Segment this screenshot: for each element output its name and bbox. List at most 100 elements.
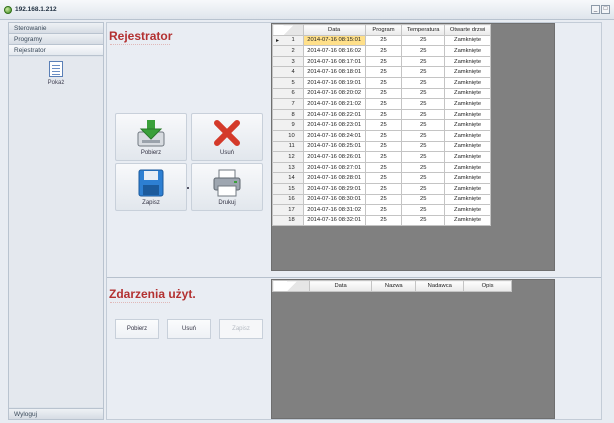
row-number[interactable]: 3	[272, 55, 304, 68]
program-cell[interactable]: 25	[364, 108, 403, 121]
date-cell[interactable]: 2014-07-16 08:17:01	[302, 55, 366, 68]
row-number[interactable]: 15	[272, 182, 304, 195]
program-cell[interactable]: 25	[364, 182, 403, 195]
row-number[interactable]: 9	[272, 119, 304, 131]
date-cell[interactable]: 2014-07-16 08:32:01	[302, 214, 366, 227]
door-cell[interactable]: Zamknięte	[444, 204, 491, 216]
door-cell[interactable]: Zamknięte	[444, 76, 491, 89]
door-cell[interactable]: Zamknięte	[444, 108, 491, 121]
door-cell[interactable]: Zamknięte	[444, 34, 491, 47]
table-row[interactable]: 4 2014-07-16 08:18:01 25 25 Zamknięte	[272, 66, 491, 78]
program-cell[interactable]: 25	[364, 151, 403, 163]
date-cell[interactable]: 2014-07-16 08:26:01	[302, 151, 366, 163]
table-row[interactable]: 18 2014-07-16 08:32:01 25 25 Zamknięte	[272, 214, 491, 227]
records-grid[interactable]: Data Program Temperatura Otwarte drzwi ▸…	[271, 23, 555, 271]
program-cell[interactable]: 25	[364, 34, 403, 47]
table-row[interactable]: 14 2014-07-16 08:28:01 25 25 Zamknięte	[272, 172, 491, 184]
events-column-header-description[interactable]: Opis	[463, 280, 512, 292]
program-cell[interactable]: 25	[364, 76, 403, 89]
print-button[interactable]: Drukuj	[191, 163, 263, 211]
table-row[interactable]: 9 2014-07-16 08:23:01 25 25 Zamknięte	[272, 119, 491, 131]
events-column-header-name[interactable]: Nazwa	[371, 280, 417, 292]
date-cell[interactable]: 2014-07-16 08:25:01	[302, 140, 366, 153]
table-row[interactable]: 7 2014-07-16 08:21:02 25 25 Zamknięte	[272, 98, 491, 110]
program-cell[interactable]: 25	[364, 55, 403, 68]
date-cell[interactable]: 2014-07-16 08:18:01	[302, 66, 366, 78]
column-header-date[interactable]: Data	[302, 24, 366, 36]
temperature-cell[interactable]: 25	[401, 204, 446, 216]
minimize-button[interactable]: _	[591, 5, 600, 14]
date-cell[interactable]: 2014-07-16 08:29:01	[302, 182, 366, 195]
temperature-cell[interactable]: 25	[401, 98, 446, 110]
temperature-cell[interactable]: 25	[401, 172, 446, 184]
date-cell[interactable]: 2014-07-16 08:15:01	[302, 34, 366, 47]
temperature-cell[interactable]: 25	[401, 108, 446, 121]
row-number[interactable]: 2	[272, 45, 304, 57]
column-header-door[interactable]: Otwarte drzwi	[444, 24, 491, 36]
door-cell[interactable]: Zamknięte	[444, 98, 491, 110]
door-cell[interactable]: Zamknięte	[444, 55, 491, 68]
row-number[interactable]: 5	[272, 76, 304, 89]
door-cell[interactable]: Zamknięte	[444, 129, 491, 142]
date-cell[interactable]: 2014-07-16 08:28:01	[302, 172, 366, 184]
program-cell[interactable]: 25	[364, 98, 403, 110]
events-grid-corner[interactable]	[272, 280, 311, 292]
table-row[interactable]: 2 2014-07-16 08:16:02 25 25 Zamknięte	[272, 45, 491, 57]
temperature-cell[interactable]: 25	[401, 34, 446, 47]
row-number[interactable]: 6	[272, 87, 304, 100]
temperature-cell[interactable]: 25	[401, 214, 446, 227]
events-delete-button[interactable]: Usuń	[167, 319, 211, 339]
maximize-button[interactable]: □	[601, 5, 610, 14]
door-cell[interactable]: Zamknięte	[444, 87, 491, 100]
temperature-cell[interactable]: 25	[401, 193, 446, 206]
events-column-header-sender[interactable]: Nadawca	[415, 280, 465, 292]
column-header-program[interactable]: Program	[364, 24, 403, 36]
table-row[interactable]: 15 2014-07-16 08:29:01 25 25 Zamknięte	[272, 182, 491, 195]
table-row[interactable]: 8 2014-07-16 08:22:01 25 25 Zamknięte	[272, 108, 491, 121]
program-cell[interactable]: 25	[364, 193, 403, 206]
door-cell[interactable]: Zamknięte	[444, 182, 491, 195]
temperature-cell[interactable]: 25	[401, 161, 446, 174]
program-cell[interactable]: 25	[364, 214, 403, 227]
door-cell[interactable]: Zamknięte	[444, 214, 491, 227]
table-row[interactable]: ▸ 1 2014-07-16 08:15:01 25 25 Zamknięte	[272, 34, 491, 47]
temperature-cell[interactable]: 25	[401, 45, 446, 57]
row-number[interactable]: 17	[272, 204, 304, 216]
row-number[interactable]: 11	[272, 140, 304, 153]
events-save-button[interactable]: Zapisz	[219, 319, 263, 339]
save-button[interactable]: Zapisz	[115, 163, 187, 211]
temperature-cell[interactable]: 25	[401, 76, 446, 89]
table-row[interactable]: 6 2014-07-16 08:20:02 25 25 Zamknięte	[272, 87, 491, 100]
program-cell[interactable]: 25	[364, 66, 403, 78]
table-row[interactable]: 17 2014-07-16 08:31:02 25 25 Zamknięte	[272, 204, 491, 216]
row-number[interactable]: 8	[272, 108, 304, 121]
delete-button[interactable]: Usuń	[191, 113, 263, 161]
row-number[interactable]: ▸ 1	[272, 34, 304, 47]
row-number[interactable]: 12	[272, 151, 304, 163]
door-cell[interactable]: Zamknięte	[444, 172, 491, 184]
events-grid[interactable]: Data Nazwa Nadawca Opis	[271, 279, 555, 419]
row-number[interactable]: 13	[272, 161, 304, 174]
temperature-cell[interactable]: 25	[401, 140, 446, 153]
door-cell[interactable]: Zamknięte	[444, 45, 491, 57]
date-cell[interactable]: 2014-07-16 08:16:02	[302, 45, 366, 57]
row-number[interactable]: 18	[272, 214, 304, 227]
date-cell[interactable]: 2014-07-16 08:24:01	[302, 129, 366, 142]
door-cell[interactable]: Zamknięte	[444, 193, 491, 206]
sidebar-item-rejestrator[interactable]: Rejestrator	[9, 45, 103, 56]
column-header-temperature[interactable]: Temperatura	[401, 24, 446, 36]
date-cell[interactable]: 2014-07-16 08:30:01	[302, 193, 366, 206]
program-cell[interactable]: 25	[364, 140, 403, 153]
table-row[interactable]: 12 2014-07-16 08:26:01 25 25 Zamknięte	[272, 151, 491, 163]
table-row[interactable]: 11 2014-07-16 08:25:01 25 25 Zamknięte	[272, 140, 491, 153]
temperature-cell[interactable]: 25	[401, 129, 446, 142]
sidebar-item-logout[interactable]: Wyloguj	[9, 408, 103, 419]
sidebar-item-programy[interactable]: Programy	[9, 34, 103, 45]
table-row[interactable]: 13 2014-07-16 08:27:01 25 25 Zamknięte	[272, 161, 491, 174]
row-number[interactable]: 14	[272, 172, 304, 184]
date-cell[interactable]: 2014-07-16 08:27:01	[302, 161, 366, 174]
program-cell[interactable]: 25	[364, 119, 403, 131]
program-cell[interactable]: 25	[364, 87, 403, 100]
grid-corner[interactable]	[272, 24, 304, 36]
door-cell[interactable]: Zamknięte	[444, 161, 491, 174]
